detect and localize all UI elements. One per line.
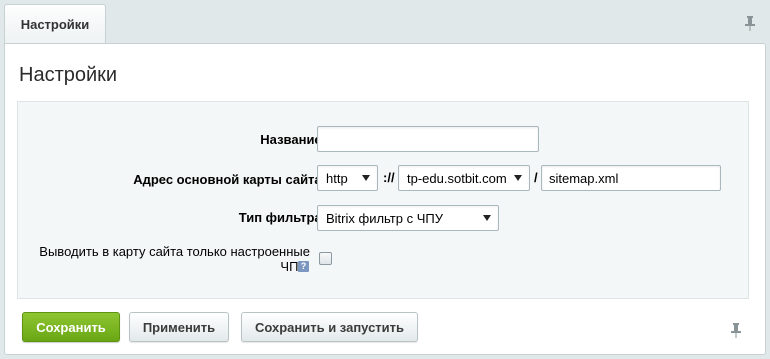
settings-form: Название: Адрес основной карты сайта: ht… [17, 101, 749, 299]
apply-button[interactable]: Применить [129, 312, 229, 342]
protocol-separator: :// [383, 170, 395, 185]
filter-type-value: Bitrix фильтр с ЧПУ [326, 210, 443, 226]
name-input[interactable] [317, 126, 539, 152]
domain-value: tp-edu.sotbit.com [407, 170, 507, 186]
chevron-down-icon [483, 215, 491, 221]
save-and-run-button[interactable]: Сохранить и запустить [241, 312, 418, 342]
help-icon[interactable]: ? [298, 261, 309, 272]
protocol-select[interactable]: http [317, 165, 378, 191]
sitemap-address-label: Адрес основной карты сайта: [133, 172, 326, 187]
protocol-value: http [326, 170, 348, 186]
save-button[interactable]: Сохранить [22, 312, 120, 342]
only-configured-label: Выводить в карту сайта только настроенны… [39, 244, 310, 274]
pin-icon[interactable] [744, 15, 756, 31]
tab-settings[interactable]: Настройки [4, 4, 106, 44]
settings-panel: Настройки Название: Адрес основной карты… [4, 43, 766, 355]
chevron-down-icon [514, 175, 522, 181]
chevron-down-icon [362, 175, 370, 181]
only-configured-checkbox[interactable] [319, 252, 332, 265]
tab-strip: Настройки [0, 0, 770, 44]
sitemap-filename-input[interactable] [541, 165, 721, 191]
tab-settings-label: Настройки [20, 17, 90, 32]
page-title: Настройки [19, 64, 118, 86]
only-configured-label-line2: ЧПУ: [280, 259, 310, 274]
filter-type-label: Тип фильтра: [238, 210, 326, 225]
path-separator: / [534, 170, 538, 185]
pin-icon[interactable] [730, 322, 742, 338]
filter-type-select[interactable]: Bitrix фильтр с ЧПУ [317, 205, 499, 231]
only-configured-label-line1: Выводить в карту сайта только настроенны… [39, 244, 310, 259]
domain-select[interactable]: tp-edu.sotbit.com [398, 165, 530, 191]
